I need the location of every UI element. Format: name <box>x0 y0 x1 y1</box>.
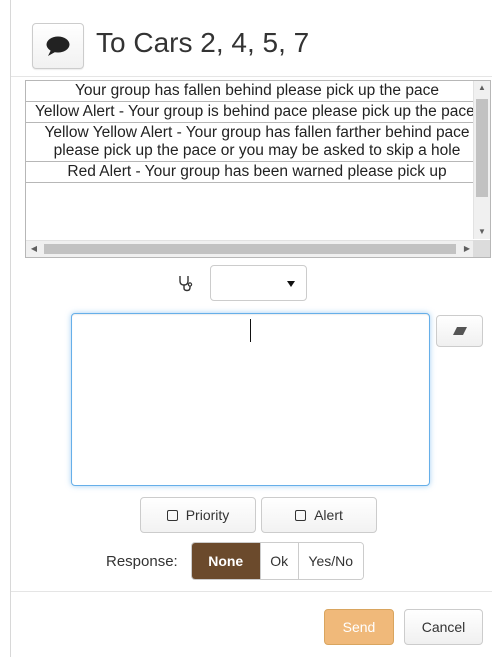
scroll-left-icon[interactable]: ◀ <box>26 241 42 257</box>
dialog-header: To Cars 2, 4, 5, 7 <box>11 0 492 77</box>
recipient-select[interactable] <box>210 265 307 301</box>
scroll-up-icon[interactable]: ▲ <box>474 81 490 95</box>
cancel-button[interactable]: Cancel <box>404 609 483 645</box>
list-item[interactable]: Yellow Alert - Your group is behind pace… <box>26 102 475 123</box>
horizontal-scroll-thumb[interactable] <box>44 244 456 254</box>
stethoscope-icon <box>175 273 195 293</box>
text-cursor <box>250 319 251 342</box>
vertical-scrollbar[interactable]: ▲ ▼ <box>473 81 490 239</box>
priority-toggle[interactable]: Priority <box>140 497 256 533</box>
selector-row <box>175 265 307 301</box>
priority-label: Priority <box>185 507 230 523</box>
response-yes-no-button[interactable]: Yes/No <box>298 543 363 579</box>
chevron-down-icon <box>287 281 295 287</box>
message-list-content: Your group has fallen behind please pick… <box>26 81 475 239</box>
alert-toggle[interactable]: Alert <box>261 497 377 533</box>
scroll-corner <box>473 240 490 257</box>
checkbox-icon <box>166 509 178 521</box>
dialog-footer: Send Cancel <box>11 591 492 657</box>
response-options: None Ok Yes/No <box>190 542 364 580</box>
list-item[interactable]: Red Alert - Your group has been warned p… <box>26 162 475 183</box>
response-ok-button[interactable]: Ok <box>260 543 299 579</box>
send-button[interactable]: Send <box>324 609 394 645</box>
scroll-down-icon[interactable]: ▼ <box>474 225 490 239</box>
list-item[interactable]: Your group has fallen behind please pick… <box>26 81 475 102</box>
message-dialog: To Cars 2, 4, 5, 7 Your group has fallen… <box>10 0 492 657</box>
dialog-title: To Cars 2, 4, 5, 7 <box>96 27 310 58</box>
vertical-scroll-thumb[interactable] <box>476 99 488 197</box>
eraser-icon <box>452 327 467 335</box>
response-label: Response: <box>106 552 178 570</box>
chat-button[interactable] <box>32 23 84 69</box>
message-template-list[interactable]: Your group has fallen behind please pick… <box>25 80 491 258</box>
horizontal-scrollbar[interactable]: ◀ ▶ <box>26 240 475 257</box>
flag-toggle-row: Priority Alert <box>140 497 382 533</box>
list-item[interactable]: Yellow Yellow Alert - Your group has fal… <box>26 123 475 162</box>
response-row: Response: None Ok Yes/No <box>106 542 364 580</box>
checkbox-icon <box>295 509 307 521</box>
clear-message-button[interactable] <box>436 315 483 347</box>
response-none-button[interactable]: None <box>191 543 261 579</box>
speech-bubble-icon <box>46 36 70 56</box>
alert-label: Alert <box>314 507 343 523</box>
